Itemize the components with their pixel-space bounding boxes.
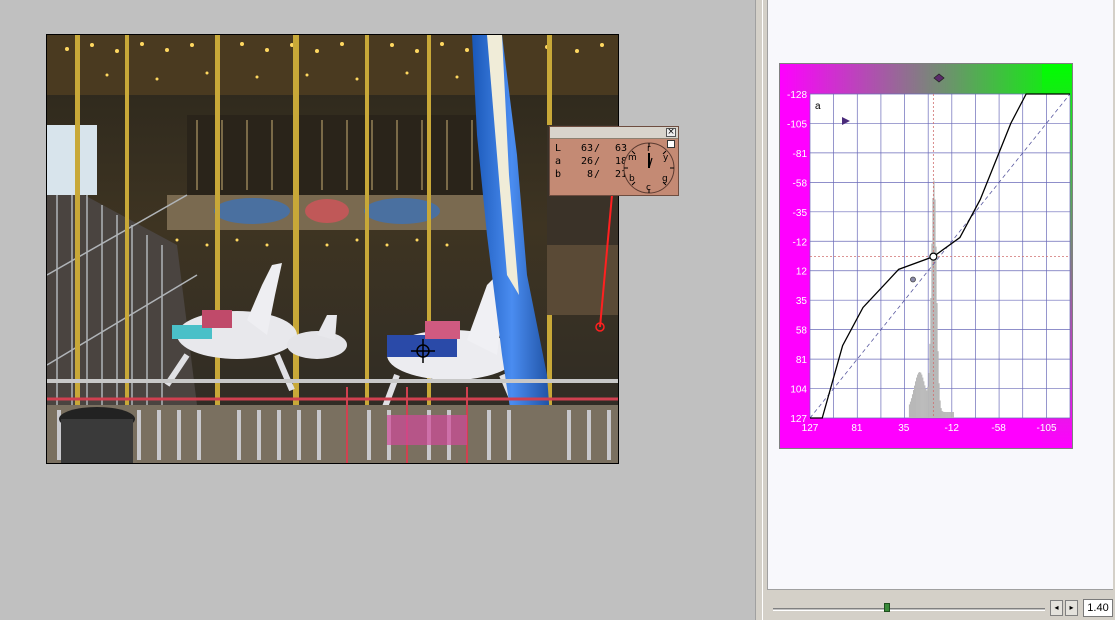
y-tick-label: 104 [790,385,807,396]
y-tick-label: -58 [793,178,808,189]
readout-row-a: a 26 / 18 [555,156,627,167]
dial-label-b: b [629,174,635,184]
dial-label-r: r [647,144,651,154]
curve-graph[interactable]: a -128-105-81-58-35-1212355881104127 127… [780,64,1072,448]
y-tick-label: 12 [796,267,808,278]
carousel-photo[interactable] [46,34,619,464]
y-tick-label: 81 [796,355,808,366]
x-tick-label: -105 [1037,423,1057,434]
color-readout-popup[interactable]: × L 63 / 63 a 26 / 18 b 8 / 21 m r y g c… [549,126,679,196]
curve-anchor-point[interactable] [910,276,916,283]
lab-values-table: L 63 / 63 a 26 / 18 b 8 / 21 [555,142,627,181]
y-tick-label: -12 [793,237,808,248]
zoom-slider-track[interactable] [773,608,1045,611]
readout-titlebar[interactable]: × [550,127,678,139]
step-left-button[interactable]: ◂ [1050,600,1063,616]
zoom-value-field[interactable]: 1.40 [1083,599,1113,617]
x-tick-label: 35 [898,423,910,434]
histogram-bar [952,412,954,418]
y-tick-label: 58 [796,326,808,337]
zoom-slider-thumb[interactable] [884,603,891,612]
dial-label-c: c [646,183,651,193]
y-tick-label: -128 [787,90,807,101]
x-tick-label: -12 [944,423,959,434]
dial-label-g: g [662,174,668,184]
hue-dial: m r y g c b [623,142,675,194]
readout-row-b: b 8 / 21 [555,169,627,180]
image-workspace: × L 63 / 63 a 26 / 18 b 8 / 21 m r y g c… [0,0,755,620]
y-tick-label: -35 [793,208,808,219]
a-channel-curve-editor[interactable]: a -128 -105 -81 -58 -35 -12 12 35 58 81 104 127 127… [779,63,1073,449]
x-tick-label: 81 [851,423,863,434]
y-tick-label: -81 [793,149,808,160]
x-tick-label: -58 [991,423,1006,434]
readout-row-l: L 63 / 63 [555,143,627,154]
y-tick-label: 35 [796,296,808,307]
step-right-button[interactable]: ▸ [1065,600,1078,616]
dial-label-y: y [663,153,669,163]
curve-control-point[interactable] [929,252,938,261]
close-icon[interactable]: × [666,128,676,137]
bottom-controls: ◂ ▸ 1.40 [763,598,1115,620]
dial-label-m: m [628,153,637,163]
y-tick-label: -105 [787,119,807,130]
x-tick-label: 127 [802,423,819,434]
photo-content [47,35,618,463]
panel-splitter[interactable] [755,0,763,620]
channel-label: a [815,101,821,112]
top-gradient-bar [780,64,1072,94]
